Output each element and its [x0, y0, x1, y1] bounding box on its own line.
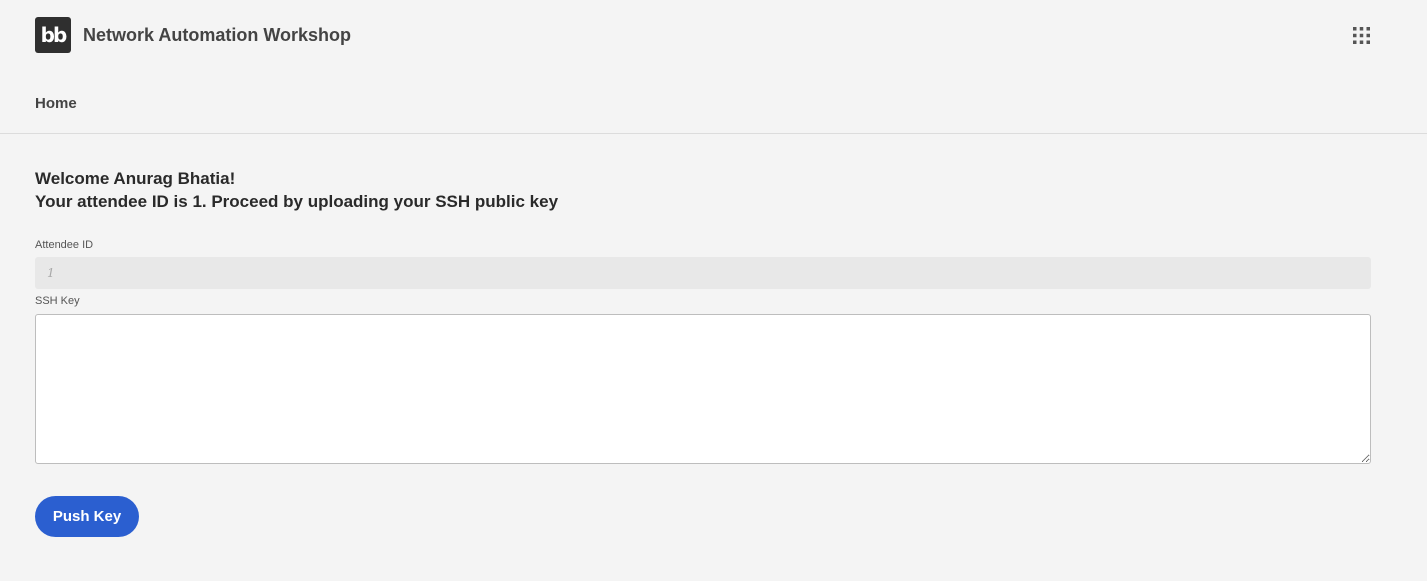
ssh-key-textarea[interactable]	[35, 314, 1371, 464]
top-bar: bb Network Automation Workshop	[0, 0, 1427, 70]
brand-logo[interactable]: bb	[35, 17, 71, 53]
welcome-message: Welcome Anurag Bhatia! Your attendee ID …	[35, 167, 558, 213]
nav-bar: Home	[0, 70, 1427, 134]
attendee-id-label: Attendee ID	[35, 239, 94, 251]
welcome-instructions: Your attendee ID is 1. Proceed by upload…	[35, 192, 559, 211]
welcome-greeting: Welcome Anurag Bhatia!	[35, 169, 236, 188]
ssh-key-label: SSH Key	[35, 295, 80, 307]
nav-home-link[interactable]: Home	[35, 94, 77, 114]
push-key-button[interactable]: Push Key	[35, 496, 139, 537]
app-title: Network Automation Workshop	[83, 25, 352, 45]
grid-icon[interactable]	[1353, 27, 1370, 44]
attendee-id-field	[35, 257, 1371, 289]
